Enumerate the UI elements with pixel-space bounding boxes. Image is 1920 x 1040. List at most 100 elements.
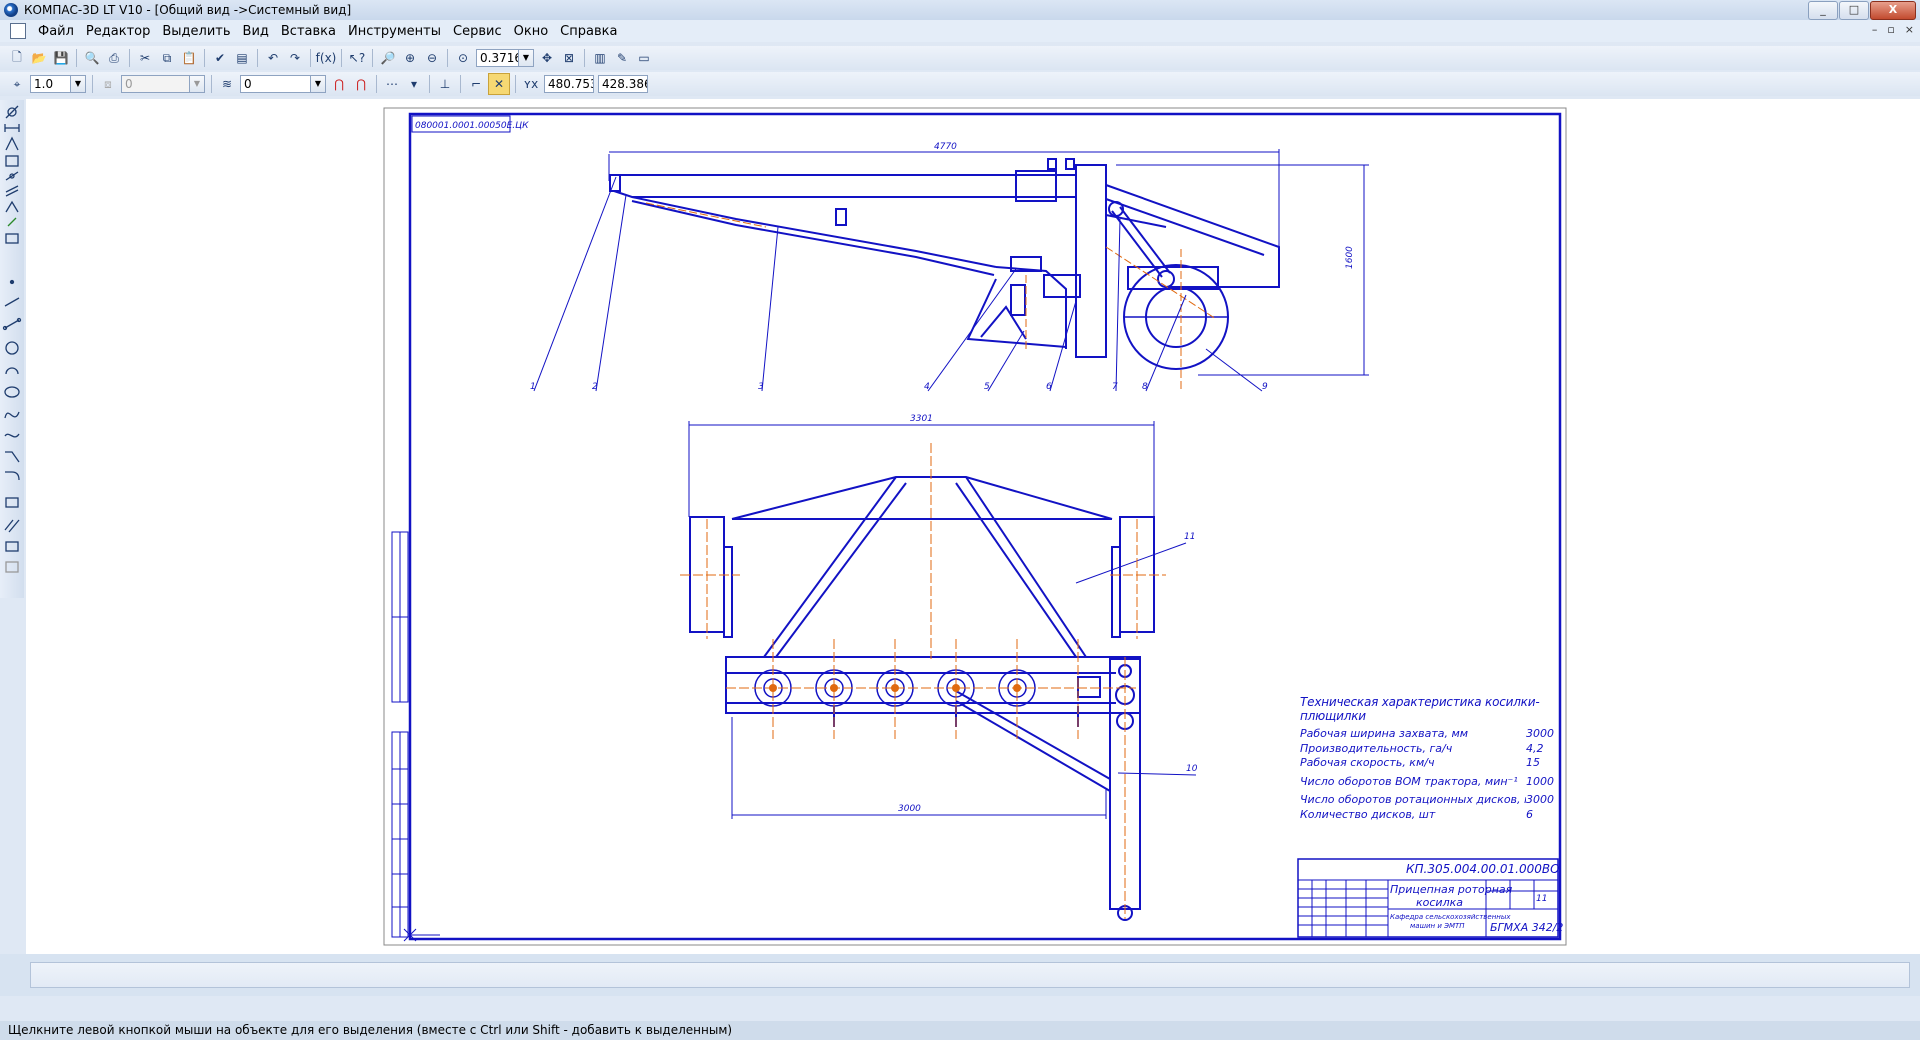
- menu-file[interactable]: Файл: [32, 24, 80, 39]
- spec-name: Рабочая скорость, км/ч: [1300, 756, 1435, 769]
- menu-help[interactable]: Справка: [554, 24, 623, 39]
- new-document-icon[interactable]: 🗋: [7, 48, 27, 68]
- round-mode-icon[interactable]: ✕: [488, 73, 510, 95]
- drawing-canvas[interactable]: 080001.0001.00050Е.ЦК 4770 1600 1 2 3 4 …: [26, 99, 1920, 954]
- chevron-down-icon[interactable]: ▼: [310, 76, 325, 92]
- properties-icon[interactable]: ✔: [210, 48, 230, 68]
- doc-close-icon[interactable]: ×: [1905, 23, 1914, 36]
- grid-icon[interactable]: ⋯: [382, 74, 402, 94]
- variables-icon[interactable]: ▤: [232, 48, 252, 68]
- copy-icon[interactable]: ⧉: [157, 48, 177, 68]
- segment-icon[interactable]: [2, 317, 22, 331]
- circle-icon[interactable]: [5, 341, 19, 355]
- chevron-down-icon[interactable]: ▼: [518, 50, 533, 66]
- menu-tools[interactable]: Инструменты: [342, 24, 447, 39]
- layer-combo[interactable]: 0 ▼: [240, 75, 326, 93]
- spec-icon[interactable]: [7, 217, 17, 227]
- menu-window[interactable]: Окно: [508, 24, 555, 39]
- zoom-all-icon[interactable]: ⊠: [559, 48, 579, 68]
- open-icon[interactable]: 📂: [29, 48, 49, 68]
- snap-step-icon[interactable]: ⌖: [7, 74, 27, 94]
- auxiliary-line-icon[interactable]: [4, 297, 20, 307]
- snap-magnet-local-icon[interactable]: ⋂: [351, 74, 371, 94]
- zoom-in-icon[interactable]: ⊕: [400, 48, 420, 68]
- redo-icon[interactable]: ↷: [285, 48, 305, 68]
- notation-icon[interactable]: [5, 136, 19, 151]
- title-block-org: БГМХА 342/2: [1490, 921, 1564, 934]
- layer-value: 0: [244, 77, 252, 91]
- point-icon[interactable]: [9, 279, 15, 285]
- dimensions-icon[interactable]: [4, 124, 20, 132]
- spec-title: Техническая характеристика косилки-плющи…: [1300, 695, 1540, 723]
- menu-select[interactable]: Выделить: [156, 24, 236, 39]
- doc-restore-icon[interactable]: ▫: [1887, 23, 1894, 36]
- chevron-down-icon[interactable]: ▼: [189, 76, 204, 92]
- minimize-button[interactable]: _: [1808, 1, 1838, 20]
- view-number-value: 0: [125, 77, 133, 91]
- ellipse-icon[interactable]: [4, 386, 20, 398]
- title-block-dept-2: машин и ЭМТП: [1410, 922, 1465, 930]
- local-cs-icon[interactable]: ⊥: [435, 74, 455, 94]
- function-icon[interactable]: f(x): [316, 48, 337, 68]
- cut-icon[interactable]: ✂: [135, 48, 155, 68]
- print-preview-icon[interactable]: 🔍: [82, 48, 102, 68]
- polyline-icon[interactable]: [4, 433, 20, 438]
- paste-icon[interactable]: 📋: [179, 48, 199, 68]
- print-icon[interactable]: ⎙: [104, 48, 124, 68]
- parametrization-icon[interactable]: [5, 171, 19, 181]
- undo-icon[interactable]: ↶: [263, 48, 283, 68]
- callout-10: 10: [1186, 764, 1198, 774]
- ortho-mode-icon[interactable]: ⌐: [466, 74, 486, 94]
- hatch-icon[interactable]: [4, 519, 20, 533]
- help-pointer-icon[interactable]: ↖?: [347, 48, 367, 68]
- measurements-icon[interactable]: [5, 185, 19, 197]
- tools-icon[interactable]: ✎: [612, 48, 632, 68]
- rectangle-icon[interactable]: [5, 497, 19, 508]
- doc-minimize-icon[interactable]: –: [1872, 23, 1878, 36]
- zoom-scale-icon[interactable]: ⊙: [453, 48, 473, 68]
- property-panel-area[interactable]: [30, 962, 1910, 988]
- menu-edit[interactable]: Редактор: [80, 24, 156, 39]
- title-block-name-2: косилка: [1416, 896, 1463, 909]
- arc-icon[interactable]: [5, 367, 19, 375]
- geometry-icon[interactable]: [5, 105, 19, 119]
- cursor-step-combo[interactable]: 1.0 ▼: [30, 75, 86, 93]
- view-number-combo[interactable]: 0 ▼: [121, 75, 205, 93]
- menu-view[interactable]: Вид: [237, 24, 275, 39]
- callout-11: 11: [1184, 532, 1195, 542]
- maximize-button[interactable]: □: [1839, 1, 1869, 20]
- grid-dropdown-icon[interactable]: ▾: [404, 74, 424, 94]
- zoom-scale-combo[interactable]: 0.3716 ▼: [476, 49, 534, 67]
- toolbar-separator: [76, 49, 77, 67]
- menu-service[interactable]: Сервис: [447, 24, 508, 39]
- chevron-down-icon[interactable]: ▼: [70, 76, 85, 92]
- pan-icon[interactable]: ✥: [537, 48, 557, 68]
- current-state-toolbar: ⌖ 1.0 ▼ ⧈ 0 ▼ ≋ 0 ▼ ⋂ ⋂ ⋯ ▾ ⊥ ⌐ ✕ ʏx 480…: [0, 72, 1920, 96]
- chamfer-icon[interactable]: [5, 471, 20, 481]
- equidistant-icon[interactable]: [5, 541, 19, 552]
- spec-row: Число оборотов ротационных дисков, мин⁻¹…: [1300, 793, 1580, 808]
- manager-icon[interactable]: ▥: [590, 48, 610, 68]
- selection-icon[interactable]: [5, 200, 19, 213]
- spline-icon[interactable]: [4, 411, 20, 419]
- view-state-icon[interactable]: ⧈: [98, 74, 118, 94]
- bezier-icon[interactable]: [5, 451, 20, 463]
- snap-magnet-icon[interactable]: ⋂: [329, 74, 349, 94]
- document-menu-icon[interactable]: [10, 23, 26, 39]
- cursor-x-field[interactable]: 480.753: [544, 75, 594, 93]
- zoom-window-icon[interactable]: 🔎: [378, 48, 398, 68]
- panel-icon[interactable]: ▭: [634, 48, 654, 68]
- save-icon[interactable]: 💾: [51, 48, 71, 68]
- toolbar-separator: [376, 75, 377, 93]
- layer-state-icon[interactable]: ≋: [217, 74, 237, 94]
- zoom-out-icon[interactable]: ⊖: [422, 48, 442, 68]
- menu-insert[interactable]: Вставка: [275, 24, 342, 39]
- zoom-scale-value: 0.3716: [480, 51, 522, 65]
- reports-icon[interactable]: [5, 233, 19, 244]
- standard-toolbar: 🗋 📂 💾 🔍 ⎙ ✂ ⧉ 📋 ✔ ▤ ↶ ↷ f(x) ↖? 🔎 ⊕ ⊖ ⊙ …: [0, 46, 1920, 70]
- toolbar-separator: [515, 75, 516, 93]
- editing-icon[interactable]: [5, 155, 19, 167]
- cursor-y-field[interactable]: 428.386: [598, 75, 648, 93]
- collect-contour-icon[interactable]: [5, 561, 19, 573]
- close-button[interactable]: X: [1870, 1, 1916, 20]
